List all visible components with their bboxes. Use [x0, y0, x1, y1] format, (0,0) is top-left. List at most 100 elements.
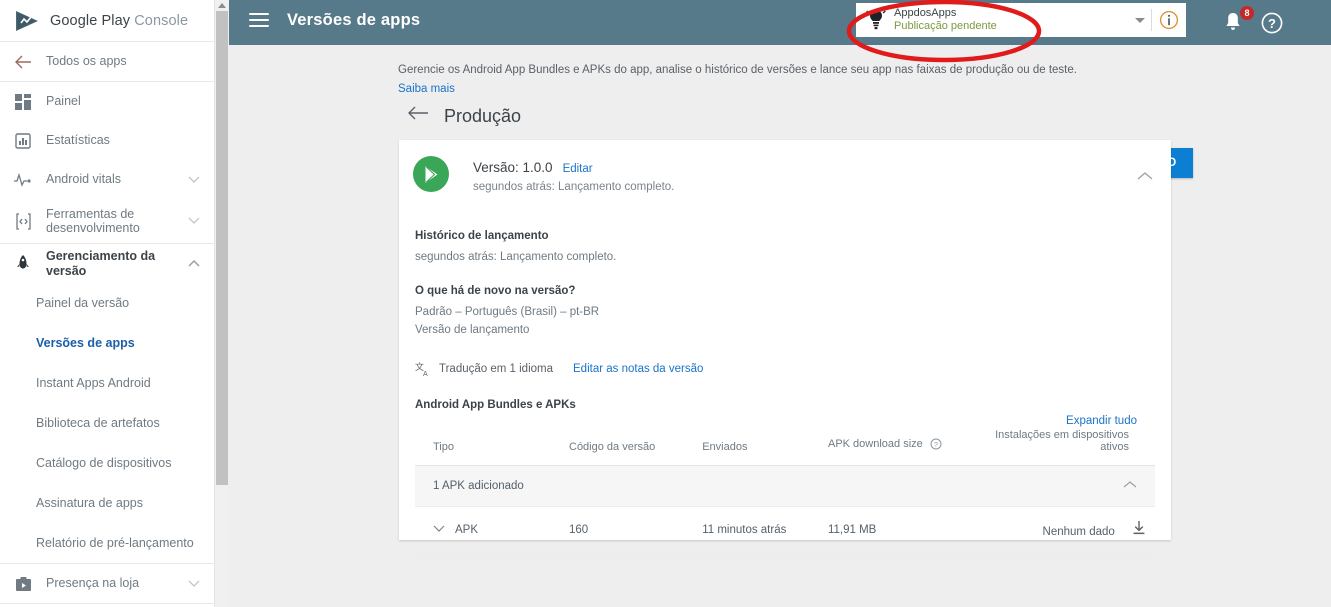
- sidebar-item-label: Todos os apps: [46, 54, 127, 69]
- expand-all-link[interactable]: Expandir tudo: [1066, 415, 1137, 427]
- release-card-body: Histórico de lançamento segundos atrás: …: [399, 230, 1171, 554]
- brand-text: Google Play Console: [50, 13, 188, 29]
- sidebar-subitem-label: Relatório de pré-lançamento: [36, 536, 194, 550]
- col-apk-download-size: APK download size ?: [821, 419, 985, 467]
- table-row[interactable]: APK 160 11 minutos atrás 11,91 MB Nenhum…: [415, 506, 1155, 554]
- release-history-text: segundos atrás: Lançamento completo.: [415, 251, 617, 263]
- main-content: Gerencie os Android App Bundles e APKs d…: [229, 45, 1331, 607]
- sidebar-item-instant-apps-android[interactable]: Instant Apps Android: [0, 363, 214, 403]
- release-card-header: Versão: 1.0.0 Editar segundos atrás: Lan…: [399, 140, 1171, 212]
- notifications-bell-icon[interactable]: 8: [1222, 6, 1254, 36]
- bundles-block: Android App Bundles e APKs Expandir tudo…: [415, 399, 1155, 554]
- sidebar-item-label: Gerenciamento da versão: [46, 249, 156, 278]
- edit-version-link[interactable]: Editar: [563, 163, 593, 175]
- translate-icon: 文 A: [415, 361, 431, 378]
- chevron-down-icon[interactable]: [188, 173, 204, 187]
- sidebar-item-label: Presença na loja: [46, 576, 140, 591]
- edit-release-notes-link[interactable]: Editar as notas da versão: [573, 363, 703, 375]
- caret-down-icon[interactable]: [1135, 17, 1145, 23]
- release-version-label: Versão: 1.0.0: [473, 160, 553, 175]
- table-header-row: Tipo Código da versão Enviados APK downl…: [415, 419, 1155, 467]
- release-card: Versão: 1.0.0 Editar segundos atrás: Lan…: [399, 140, 1171, 554]
- scrollbar-thumb[interactable]: [216, 11, 228, 485]
- learn-more-link[interactable]: Saiba mais: [398, 81, 1228, 98]
- cell-tipo: APK: [415, 506, 563, 554]
- page-description: Gerencie os Android App Bundles e APKs d…: [398, 62, 1228, 99]
- sidebar-subitem-label: Biblioteca de artefatos: [36, 416, 160, 430]
- chevron-up-icon[interactable]: [1123, 480, 1137, 492]
- chevron-down-icon[interactable]: [188, 214, 204, 228]
- sidebar-item-painel[interactable]: Painel: [0, 82, 214, 121]
- app-name: AppdosApps: [894, 7, 957, 20]
- col-apk-download-size-label: APK download size: [827, 438, 923, 451]
- sidebar-item-gerenciamento-da-versao[interactable]: Gerenciamento da versão: [0, 244, 214, 283]
- sidebar-item-biblioteca-de-artefatos[interactable]: Biblioteca de artefatos: [0, 403, 214, 443]
- hamburger-menu-icon[interactable]: [249, 13, 269, 29]
- scrollbar-up-arrow-icon[interactable]: [215, 0, 229, 10]
- release-history-block: Histórico de lançamento segundos atrás: …: [415, 230, 1155, 267]
- app-bulb-icon: [866, 10, 886, 30]
- sidebar-item-assinatura-de-apps[interactable]: Assinatura de apps: [0, 483, 214, 523]
- code-brackets-icon: [12, 212, 34, 230]
- sidebar-subitem-label: Versões de apps: [36, 336, 135, 350]
- sidebar-subitem-label: Instant Apps Android: [36, 376, 151, 390]
- arrow-left-icon[interactable]: [407, 105, 429, 127]
- store-presence-icon: [12, 576, 34, 592]
- help-question-icon[interactable]: ?: [1259, 10, 1285, 36]
- nav-section-back: Todos os apps: [0, 42, 214, 82]
- sidebar-item-relatorio-de-pre-lancamento[interactable]: Relatório de pré-lançamento: [0, 523, 214, 563]
- col-enviados: Enviados: [696, 419, 822, 467]
- sidebar-item-painel-da-versao[interactable]: Painel da versão: [0, 283, 214, 323]
- nav-section-main: Painel Estatísticas Android vitals Ferra…: [0, 82, 214, 244]
- divider: [1151, 9, 1152, 31]
- page-description-text: Gerencie os Android App Bundles e APKs d…: [398, 64, 1077, 76]
- page-title: Produção: [444, 105, 522, 126]
- sidebar-item-estatisticas[interactable]: Estatísticas: [0, 121, 214, 160]
- col-tipo: Tipo: [415, 419, 563, 467]
- cell-codigo-versao: 160: [563, 506, 697, 554]
- bundles-heading: Android App Bundles e APKs: [415, 399, 576, 412]
- sidebar-item-presenca-na-loja[interactable]: Presença na loja: [0, 564, 214, 603]
- nav-section-release-management: Gerenciamento da versão Painel da versão…: [0, 244, 214, 564]
- sidebar-item-all-apps[interactable]: Todos os apps: [0, 42, 214, 81]
- apk-group-label: 1 APK adicionado: [433, 480, 524, 493]
- apks-table-head: Tipo Código da versão Enviados APK downl…: [415, 419, 1155, 467]
- chevron-up-icon[interactable]: [188, 257, 204, 271]
- app-selector-dropdown[interactable]: AppdosApps Publicação pendente: [856, 3, 1186, 37]
- sidebar-scrollbar[interactable]: [214, 0, 228, 607]
- sidebar-item-android-vitals[interactable]: Android vitals: [0, 160, 214, 199]
- google-play-logo-icon: [16, 10, 38, 31]
- page-title-topbar: Versões de apps: [287, 11, 421, 29]
- page-header: Produção: [407, 105, 521, 127]
- app-selector-text: AppdosApps Publicação pendente: [894, 7, 1135, 32]
- sidebar-item-catalogo-de-dispositivos[interactable]: Catálogo de dispositivos: [0, 443, 214, 483]
- apk-group-row[interactable]: 1 APK adicionado: [415, 465, 1155, 508]
- help-circle-icon[interactable]: ?: [930, 438, 942, 453]
- chevron-up-icon[interactable]: [1137, 168, 1153, 184]
- play-console-window: Google Play Console Todos os apps Painel…: [0, 0, 1331, 607]
- whats-new-language: Padrão – Português (Brasil) – pt-BR: [415, 305, 600, 318]
- release-subtitle: segundos atrás: Lançamento completo.: [473, 181, 675, 193]
- sidebar-item-label: Android vitals: [46, 172, 122, 187]
- app-publish-status: Publicação pendente: [894, 20, 997, 32]
- installs-value: Nenhum dado: [1042, 526, 1115, 539]
- rocket-icon: [12, 254, 34, 273]
- brand-part1: Google Play: [50, 12, 131, 29]
- translation-row: 文 A Tradução em 1 idioma Editar as notas…: [415, 361, 1155, 378]
- nav-section-store: Presença na loja: [0, 564, 214, 604]
- svg-text:?: ?: [1268, 16, 1276, 31]
- apk-type-label: APK: [455, 523, 479, 536]
- sidebar-subitem-label: Painel da versão: [36, 296, 130, 310]
- sidebar-item-versoes-de-apps[interactable]: Versões de apps: [0, 323, 214, 363]
- apks-table: Tipo Código da versão Enviados APK downl…: [415, 419, 1155, 554]
- brand-header[interactable]: Google Play Console: [0, 0, 214, 42]
- sidebar-subitem-label: Assinatura de apps: [36, 496, 144, 510]
- google-play-triangle-icon: [413, 156, 449, 192]
- sidebar-item-ferramentas-desenvolvimento[interactable]: Ferramentas de desenvolvimento: [0, 199, 214, 243]
- svg-text:A: A: [423, 371, 428, 377]
- download-icon[interactable]: [1132, 521, 1145, 538]
- info-circle-icon[interactable]: [1158, 9, 1180, 31]
- chevron-down-icon[interactable]: [433, 524, 447, 536]
- chevron-down-icon[interactable]: [188, 577, 204, 591]
- cell-instalacoes: Nenhum dado: [984, 506, 1155, 554]
